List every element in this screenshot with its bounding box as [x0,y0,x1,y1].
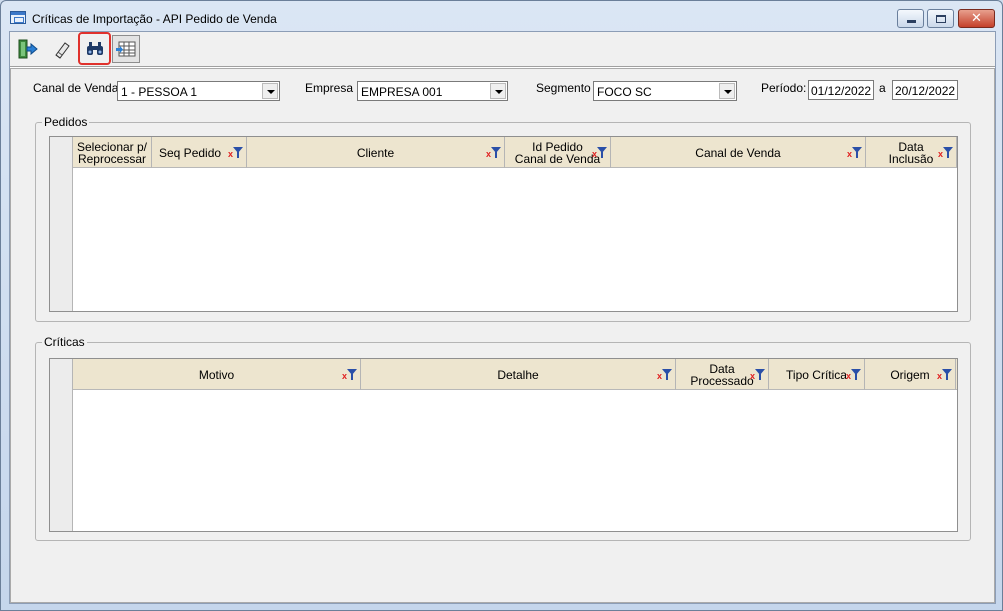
minimize-icon [907,20,916,23]
criticas-grid[interactable]: Motivo x Detalhe x Data Processado x Tipo C… [49,358,958,532]
col-header-label: Canal de Venda [695,145,781,160]
criticas-group-title: Críticas [42,335,87,349]
pedidos-grid-header: Selecionar p/ Reprocessar Seq Pedido x Cl… [73,137,957,168]
canal-select[interactable]: 1 - PESSOA 1 [117,81,280,101]
col-header-id-pedido[interactable]: Id Pedido Canal de Venda x [505,137,611,168]
col-header-data-processado[interactable]: Data Processado x [676,359,769,390]
col-header-label: Motivo [198,367,235,382]
empresa-label: Empresa [305,81,354,95]
pedidos-group-title: Pedidos [42,115,90,129]
filter-icon[interactable]: x [228,147,243,159]
filter-icon[interactable]: x [657,369,672,381]
col-header-data-inclusao[interactable]: Data Inclusão x [866,137,957,168]
pedidos-grid[interactable]: Selecionar p/ Reprocessar Seq Pedido x Cl… [49,136,958,312]
col-header-tipo-critica[interactable]: Tipo Crítica x [769,359,865,390]
chevron-down-icon[interactable] [262,83,278,99]
col-header-label: Selecionar p/ Reprocessar [76,139,148,166]
canal-value: 1 - PESSOA 1 [121,85,198,99]
col-header-origem[interactable]: Origem x [865,359,956,390]
clear-button[interactable] [48,35,76,63]
periodo-from-input[interactable]: 01/12/2022 [808,80,874,100]
empresa-select[interactable]: EMPRESA 001 [357,81,508,101]
minimize-button[interactable] [897,9,924,28]
chevron-down-icon[interactable] [719,83,735,99]
grid-export-icon [116,41,136,57]
col-header-label: Id Pedido Canal de Venda [514,139,601,166]
col-header-label: Origem [890,367,930,382]
app-icon [10,11,26,24]
col-header-motivo[interactable]: Motivo x [73,359,361,390]
grid-export-button[interactable] [112,35,140,63]
periodo-separator: a [879,81,886,95]
filter-icon[interactable]: x [846,369,861,381]
segmento-label: Segmento [536,81,591,95]
periodo-to-input[interactable]: 20/12/2022 [892,80,958,100]
pedidos-group: Pedidos Selecionar p/ Reprocessar Seq Pe… [35,115,971,322]
close-button[interactable]: ✕ [958,9,995,28]
binoculars-icon [86,41,103,55]
exit-button[interactable] [14,35,42,63]
grid-row-indicator [50,359,73,531]
filter-icon[interactable]: x [937,369,952,381]
col-header-canal-venda[interactable]: Canal de Venda x [611,137,866,168]
col-header-label: Detalhe [497,367,539,382]
col-header-cliente[interactable]: Cliente x [247,137,505,168]
col-header-label: Cliente [356,145,395,160]
app-window: Críticas de Importação - API Pedido de V… [0,0,1003,611]
canal-label: Canal de Venda [33,81,119,95]
maximize-button[interactable] [927,9,954,28]
maximize-icon [936,15,946,23]
toolbar [10,32,995,66]
close-icon: ✕ [971,11,982,26]
col-header-label: Data Processado [690,361,754,388]
empresa-value: EMPRESA 001 [361,85,443,99]
col-header-selecionar[interactable]: Selecionar p/ Reprocessar [73,137,152,168]
filter-icon[interactable]: x [938,147,953,159]
criticas-group: Críticas Motivo x Detalhe x Data Processad… [35,335,971,541]
title-bar[interactable]: Críticas de Importação - API Pedido de V… [1,1,1002,31]
col-header-detalhe[interactable]: Detalhe x [361,359,676,390]
search-button[interactable] [78,32,111,65]
col-header-label: Data Inclusão [888,139,934,166]
filter-icon[interactable]: x [342,369,357,381]
grid-row-indicator [50,137,73,311]
segmento-select[interactable]: FOCO SC [593,81,737,101]
exit-icon [18,39,38,59]
window-title: Críticas de Importação - API Pedido de V… [32,12,277,26]
periodo-label: Período: [761,81,807,95]
col-header-seq-pedido[interactable]: Seq Pedido x [152,137,247,168]
client-area: Canal de Venda 1 - PESSOA 1 Empresa EMPR… [9,31,996,604]
form-content: Canal de Venda 1 - PESSOA 1 Empresa EMPR… [10,68,995,603]
chevron-down-icon[interactable] [490,83,506,99]
criticas-grid-header: Motivo x Detalhe x Data Processado x Tipo C… [73,359,957,390]
col-header-label: Tipo Crítica [786,367,847,382]
filter-icon[interactable]: x [486,147,501,159]
filter-icon[interactable]: x [847,147,862,159]
filter-icon[interactable]: x [750,369,765,381]
eraser-icon [55,42,70,59]
segmento-value: FOCO SC [597,85,652,99]
filter-icon[interactable]: x [592,147,607,159]
col-header-label: Seq Pedido [159,145,222,160]
